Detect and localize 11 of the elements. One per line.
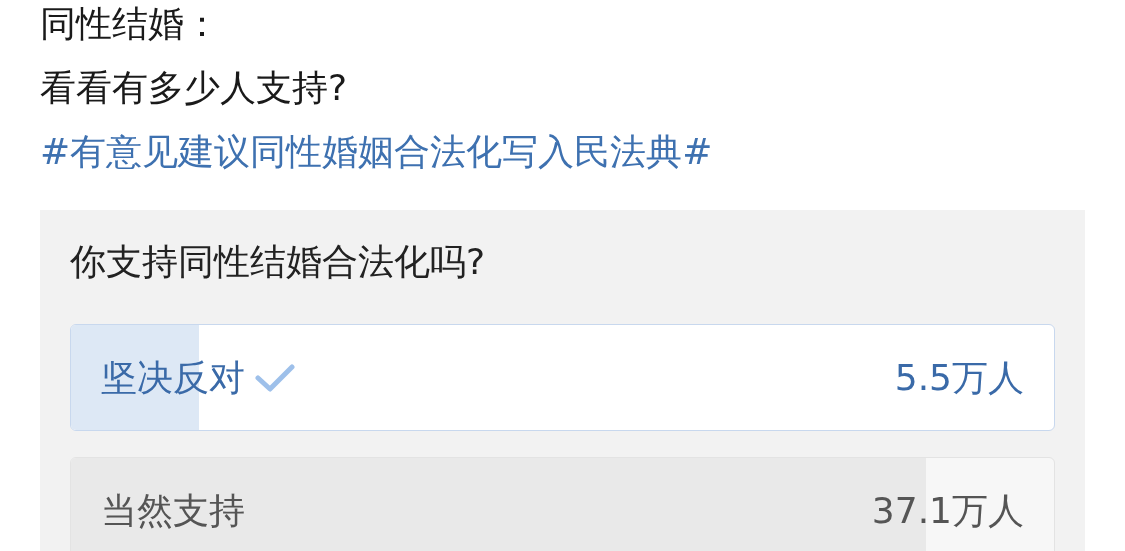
vote-count: 37.1万人 bbox=[871, 488, 1024, 533]
hashtag-link[interactable]: #有意见建议同性婚姻合法化写入民法典# bbox=[40, 120, 713, 184]
option-label: 坚决反对 bbox=[101, 355, 245, 400]
poll-option[interactable]: 坚决反对 5.5万人 bbox=[70, 324, 1055, 431]
option-label: 当然支持 bbox=[101, 488, 245, 533]
check-icon bbox=[255, 362, 295, 393]
poll-question: 你支持同性结婚合法化吗? bbox=[70, 240, 486, 284]
poll-option[interactable]: 当然支持 37.1万人 bbox=[70, 457, 1055, 551]
post-text: 同性结婚： bbox=[40, 2, 220, 46]
post-text: 看看有多少人支持? bbox=[40, 66, 348, 110]
vote-count: 5.5万人 bbox=[894, 355, 1024, 400]
